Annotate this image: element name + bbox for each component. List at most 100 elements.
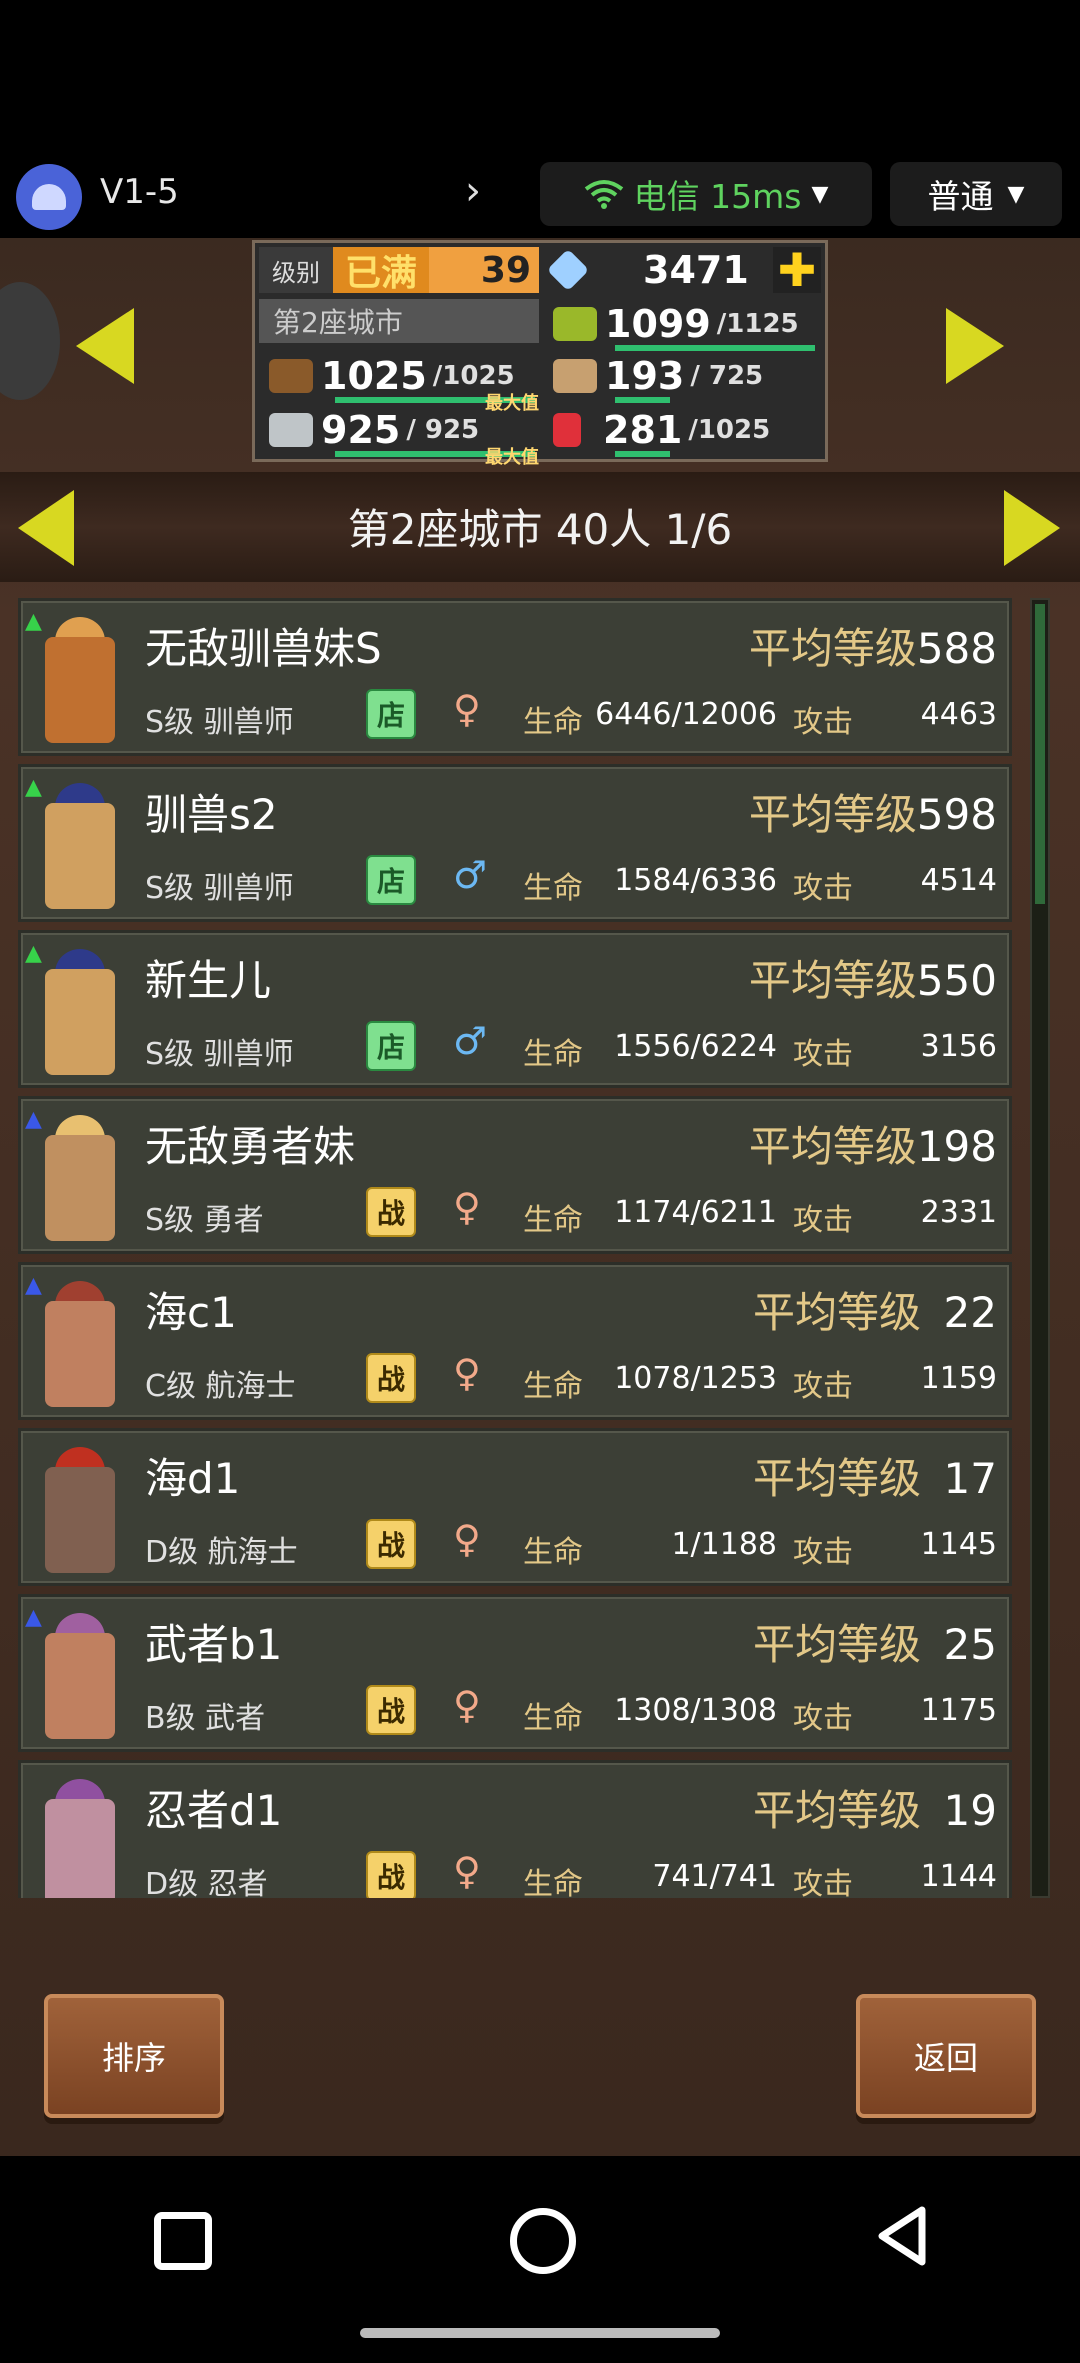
prev-city-arrow-icon[interactable] [76,308,134,384]
unit-card[interactable]: 海d1 平均等级 17 D级 航海士 战 ♀ 生命 1/1188 攻击 1145 [18,1428,1012,1586]
ore-max-tag: 最大值 [485,447,539,468]
chevron-right-icon[interactable]: › [465,168,481,214]
shop-badge: 店 [366,689,416,739]
level-status: 已满 [333,247,429,294]
gesture-handle[interactable] [360,2328,720,2338]
hp-value: 1584/6336 [614,863,777,898]
unit-name: 海d1 [145,1454,241,1503]
ruby-stat: 281 /1025 [545,407,770,453]
android-icon[interactable] [16,164,82,230]
portrait-body [45,1301,115,1407]
gender-icon: ♀ [453,1351,481,1395]
next-page-arrow-icon[interactable] [1004,490,1060,566]
atk-label: 攻击 [793,1535,853,1570]
avg-level: 平均等级 22 [753,1279,997,1340]
portrait-body [45,803,115,909]
atk-value: 1159 [920,1361,997,1396]
rank-up-icon: ▲ [25,1107,42,1132]
unit-class: D级 航海士 [145,1535,298,1570]
unit-card[interactable]: ▲ 驯兽s2 平均等级598 S级 驯兽师 店 ♂ 生命 1584/6336 攻… [18,764,1012,922]
diamond-icon [546,248,590,292]
unit-portrait: ▲ [25,1273,145,1413]
battle-badge: 战 [366,1187,416,1237]
unit-class: S级 驯兽师 [145,1037,294,1072]
emulator-topbar: V1-5 › 电信 15ms ▼ 普通 ▼ [0,156,1080,234]
network-selector[interactable]: 电信 15ms ▼ [540,162,872,226]
level-value: 39 [429,247,539,293]
hp-value: 1/1188 [671,1527,777,1562]
hp-label: 生命 [523,871,583,906]
hp-label: 生命 [523,1701,583,1736]
atk-label: 攻击 [793,705,853,740]
atk-value: 4463 [920,697,997,732]
portrait-body [45,1799,115,1898]
avg-level-label: 平均等级 [752,1620,921,1669]
atk-label: 攻击 [793,1701,853,1736]
unit-name: 驯兽s2 [145,790,278,839]
unit-portrait: ▲ [25,1107,145,1247]
city-title: 第2座城市 40人 1/6 [347,505,733,554]
unit-card[interactable]: ▲ 无敌勇者妹 平均等级198 S级 勇者 战 ♀ 生命 1174/6211 攻… [18,1096,1012,1254]
unit-list[interactable]: ▲ 无敌驯兽妹S 平均等级588 S级 驯兽师 店 ♀ 生命 6446/1200… [18,598,1012,1898]
population-stat: 193 / 725 [545,353,763,399]
sort-button[interactable]: 排序 [44,1994,224,2118]
next-city-arrow-icon[interactable] [946,308,1004,384]
floating-wifi-icon[interactable] [0,282,60,400]
wood-icon [269,359,313,393]
hp-value: 741/741 [652,1859,777,1894]
level-label: 级别 [259,247,333,293]
atk-value: 4514 [920,863,997,898]
portrait-body [45,1633,115,1739]
avg-level-value: 22 [943,1288,997,1337]
mode-label: 普通 [927,177,994,216]
scrollbar-thumb[interactable] [1035,604,1045,904]
ore-stat: 925 / 925 [261,407,479,453]
rank-up-icon: ▲ [25,609,42,634]
unit-card[interactable]: 忍者d1 平均等级 19 D级 忍者 战 ♀ 生命 741/741 攻击 1144 [18,1760,1012,1898]
avg-level-label: 平均等级 [752,1454,921,1503]
atk-value: 1175 [920,1693,997,1728]
dropdown-caret-icon: ▼ [1007,181,1025,207]
avg-level: 平均等级 19 [753,1777,997,1838]
unit-portrait: ▲ [25,1605,145,1745]
atk-value: 1145 [920,1527,997,1562]
unit-portrait: ▲ [25,941,145,1081]
avg-level-label: 平均等级 [748,624,917,673]
unit-card[interactable]: ▲ 海c1 平均等级 22 C级 航海士 战 ♀ 生命 1078/1253 攻击 … [18,1262,1012,1420]
hp-label: 生命 [523,1369,583,1404]
battle-badge: 战 [366,1851,416,1898]
rank-up-icon: ▲ [25,775,42,800]
gender-icon: ♂ [453,853,488,897]
home-icon[interactable] [510,2208,576,2274]
unit-class: C级 航海士 [145,1369,296,1404]
app-name[interactable]: V1-5 [100,172,179,212]
avg-level-label: 平均等级 [752,1786,921,1835]
hp-label: 生命 [523,1535,583,1570]
system-nav-bar [0,2156,1080,2363]
recents-icon[interactable] [154,2212,212,2270]
hp-value: 6446/12006 [595,697,777,732]
ore-icon [269,413,313,447]
atk-label: 攻击 [793,871,853,906]
avg-level: 平均等级 25 [753,1611,997,1672]
wood-stat: 1025 /1025 [261,353,515,399]
unit-card[interactable]: ▲ 新生儿 平均等级550 S级 驯兽师 店 ♂ 生命 1556/6224 攻击… [18,930,1012,1088]
gender-icon: ♀ [453,687,481,731]
unit-name: 新生儿 [145,956,272,1005]
avg-level-value: 19 [943,1786,997,1835]
dropdown-caret-icon: ▼ [811,181,829,207]
unit-name: 无敌驯兽妹S [145,624,382,673]
back-button[interactable]: 返回 [856,1994,1036,2118]
wood-max-tag: 最大值 [485,393,539,414]
list-scrollbar[interactable] [1030,598,1050,1898]
gender-icon: ♂ [453,1019,488,1063]
shop-badge: 店 [366,855,416,905]
unit-card[interactable]: ▲ 武者b1 平均等级 25 B级 武者 战 ♀ 生命 1308/1308 攻击 … [18,1594,1012,1752]
back-nav-icon[interactable] [876,2206,928,2266]
level-tag: 级别 已满 39 [259,247,539,294]
unit-card[interactable]: ▲ 无敌驯兽妹S 平均等级588 S级 驯兽师 店 ♀ 生命 6446/1200… [18,598,1012,756]
rank-up-icon: ▲ [25,1605,42,1630]
add-gems-button[interactable]: ✚ [773,243,821,297]
mode-selector[interactable]: 普通 ▼ [890,162,1062,226]
battle-badge: 战 [366,1685,416,1735]
